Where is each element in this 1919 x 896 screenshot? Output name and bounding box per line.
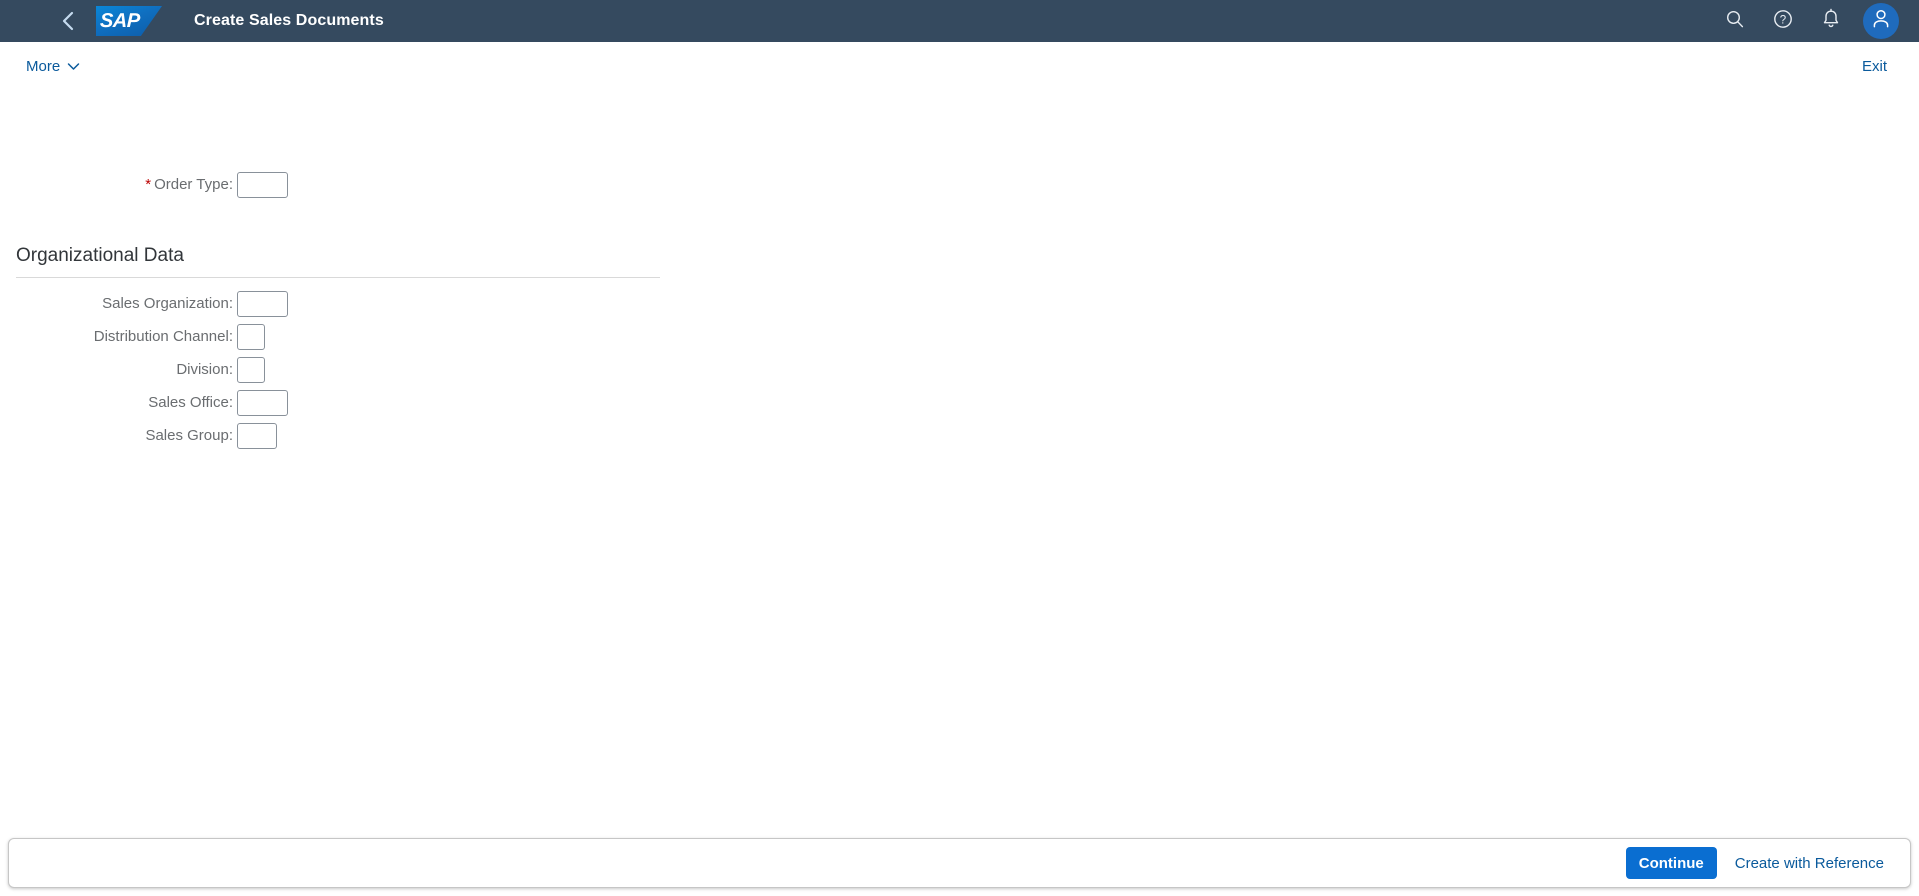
bell-icon (1821, 8, 1841, 35)
back-button[interactable] (48, 3, 88, 39)
create-with-reference-button[interactable]: Create with Reference (1723, 847, 1896, 879)
sales-organization-input[interactable] (237, 290, 288, 317)
search-icon (1725, 9, 1745, 34)
help-icon: ? (1772, 8, 1794, 35)
shell-actions: ? (1713, 2, 1919, 40)
division-row: Division: (0, 353, 1919, 386)
sales-office-row: Sales Office: (0, 386, 1919, 419)
sap-logo-text: SAP (99, 9, 141, 32)
division-label: Division: (176, 361, 233, 378)
order-type-row: * Order Type: (0, 168, 1919, 201)
help-button[interactable]: ? (1761, 2, 1805, 40)
sales-group-input[interactable] (237, 422, 277, 449)
user-avatar-icon (1871, 8, 1891, 34)
order-type-input[interactable] (237, 171, 288, 198)
shell-header: SAP Create Sales Documents ? (0, 0, 1919, 42)
sales-organization-row: Sales Organization: (0, 287, 1919, 320)
organizational-data-fields: Sales Organization: Distribution Channel… (0, 287, 1919, 452)
required-indicator: * (145, 176, 152, 193)
exit-button[interactable]: Exit (1862, 58, 1887, 75)
sales-office-input[interactable] (237, 389, 288, 416)
order-type-label-text: Order Type: (154, 176, 233, 193)
distribution-channel-input[interactable] (237, 323, 265, 350)
more-menu-button[interactable]: More (26, 58, 80, 75)
sales-office-label: Sales Office: (148, 394, 233, 411)
sap-logo[interactable]: SAP (96, 6, 162, 36)
page-toolbar: More Exit (0, 42, 1919, 90)
section-title: Organizational Data (16, 245, 184, 266)
more-menu-label: More (26, 57, 61, 75)
footer-action-bar: Continue Create with Reference (8, 838, 1911, 888)
form-content: * Order Type: Organizational Data Sales O… (0, 90, 1919, 830)
page-title: Create Sales Documents (194, 12, 384, 29)
division-input[interactable] (237, 356, 265, 383)
continue-button[interactable]: Continue (1625, 847, 1717, 879)
back-chevron-icon (61, 10, 75, 32)
user-avatar-button[interactable] (1863, 3, 1899, 39)
order-type-label: * Order Type: (0, 176, 237, 193)
notifications-button[interactable] (1809, 2, 1853, 40)
organizational-data-section-header: Organizational Data (0, 245, 660, 278)
distribution-channel-label: Distribution Channel: (93, 328, 233, 345)
section-divider (16, 277, 660, 278)
sales-organization-label: Sales Organization: (102, 295, 233, 312)
sales-group-row: Sales Group: (0, 419, 1919, 452)
search-button[interactable] (1713, 2, 1757, 40)
chevron-down-icon (67, 58, 80, 75)
sales-group-label: Sales Group: (145, 427, 233, 444)
distribution-channel-row: Distribution Channel: (0, 320, 1919, 353)
svg-text:?: ? (1780, 14, 1786, 26)
